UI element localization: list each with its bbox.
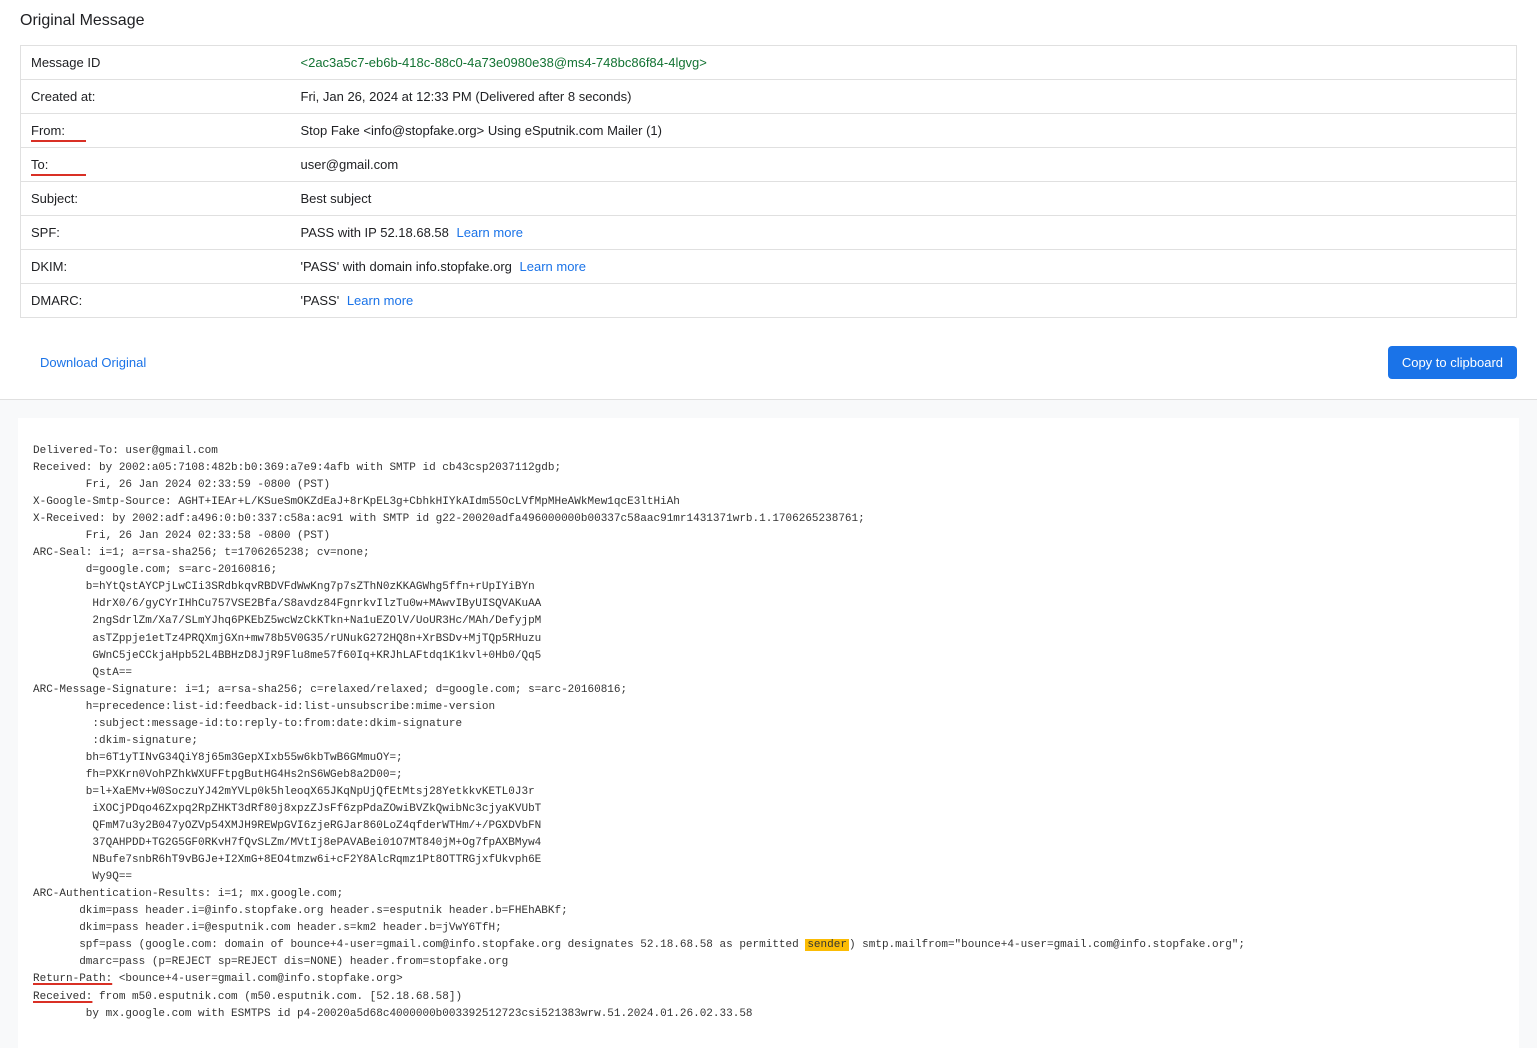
spf-value: PASS with IP 52.18.68.58 Learn more	[291, 216, 1517, 250]
dmarc-label: DMARC:	[21, 284, 291, 318]
created-at-value: Fri, Jan 26, 2024 at 12:33 PM (Delivered…	[291, 80, 1517, 114]
dkim-learn-more-link[interactable]: Learn more	[520, 259, 586, 274]
message-info-table: Message ID <2ac3a5c7-eb6b-418c-88c0-4a73…	[20, 45, 1517, 318]
dkim-label: DKIM:	[21, 250, 291, 284]
annotation-return-path: Return-Path:	[33, 973, 112, 985]
annotation-received: Received:	[33, 991, 92, 1003]
spf-learn-more-link[interactable]: Learn more	[457, 225, 523, 240]
raw-headers-section: Delivered-To: user@gmail.com Received: b…	[0, 399, 1537, 1048]
dkim-value: 'PASS' with domain info.stopfake.org Lea…	[291, 250, 1517, 284]
highlighted-sender: sender	[805, 939, 849, 951]
annotation-underline	[31, 174, 86, 176]
from-label: From:	[21, 114, 291, 148]
dmarc-learn-more-link[interactable]: Learn more	[347, 293, 413, 308]
subject-label: Subject:	[21, 182, 291, 216]
from-value: Stop Fake <info@stopfake.org> Using eSpu…	[291, 114, 1517, 148]
message-id-label: Message ID	[21, 46, 291, 80]
to-value: user@gmail.com	[291, 148, 1517, 182]
to-label: To:	[21, 148, 291, 182]
copy-to-clipboard-button[interactable]: Copy to clipboard	[1388, 346, 1517, 379]
spf-label: SPF:	[21, 216, 291, 250]
dmarc-value: 'PASS' Learn more	[291, 284, 1517, 318]
subject-value: Best subject	[291, 182, 1517, 216]
raw-headers-content: Delivered-To: user@gmail.com Received: b…	[18, 418, 1519, 1048]
created-at-label: Created at:	[21, 80, 291, 114]
annotation-underline	[31, 140, 86, 142]
download-original-link[interactable]: Download Original	[20, 355, 146, 370]
page-title: Original Message	[20, 10, 1517, 30]
message-id-value: <2ac3a5c7-eb6b-418c-88c0-4a73e0980e38@ms…	[291, 46, 1517, 80]
